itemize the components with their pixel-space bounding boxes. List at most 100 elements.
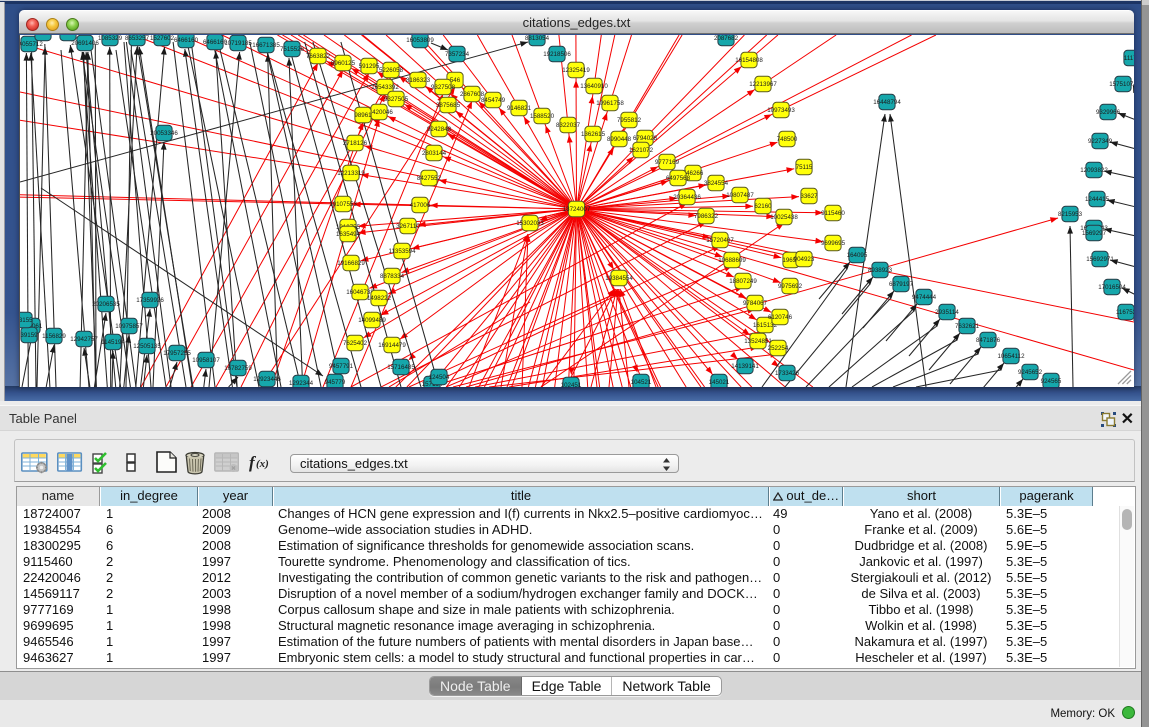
svg-text:1085329: 1085329 bbox=[98, 35, 123, 42]
svg-text:116753: 116753 bbox=[1116, 309, 1134, 316]
svg-text:8322037: 8322037 bbox=[556, 122, 581, 129]
svg-text:13640910: 13640910 bbox=[580, 83, 608, 90]
svg-text:9329966: 9329966 bbox=[1096, 109, 1121, 116]
svg-text:1733426: 1733426 bbox=[775, 370, 800, 377]
svg-text:20364436: 20364436 bbox=[673, 194, 701, 201]
svg-text:15302033: 15302033 bbox=[516, 220, 544, 227]
svg-text:2087682: 2087682 bbox=[714, 35, 739, 42]
svg-text:8471876: 8471876 bbox=[976, 337, 1001, 344]
svg-text:8215953: 8215953 bbox=[1058, 211, 1083, 218]
svg-text:8938923: 8938923 bbox=[868, 267, 893, 274]
svg-text:19218506: 19218506 bbox=[543, 51, 571, 58]
svg-text:16782759: 16782759 bbox=[224, 365, 252, 372]
svg-text:7955812: 7955812 bbox=[617, 117, 642, 124]
svg-text:6120746: 6120746 bbox=[768, 314, 793, 321]
svg-text:7632621: 7632621 bbox=[955, 323, 980, 330]
svg-text:(x): (x) bbox=[256, 458, 269, 470]
svg-text:10719185: 10719185 bbox=[224, 40, 252, 47]
svg-text:1362615: 1362615 bbox=[581, 131, 606, 138]
svg-text:924565: 924565 bbox=[1041, 378, 1062, 385]
svg-text:8960125: 8960125 bbox=[331, 60, 356, 67]
svg-text:8186323: 8186323 bbox=[406, 77, 431, 84]
svg-text:16914479: 16914479 bbox=[378, 342, 406, 349]
svg-text:10958107: 10958107 bbox=[192, 357, 220, 364]
svg-text:12505135: 12505135 bbox=[133, 343, 161, 350]
svg-text:20206535: 20206535 bbox=[92, 301, 120, 308]
svg-text:98961: 98961 bbox=[354, 112, 372, 119]
svg-text:10654112: 10654112 bbox=[997, 353, 1025, 360]
svg-text:14055712: 14055712 bbox=[20, 41, 43, 48]
svg-text:164095: 164095 bbox=[847, 252, 868, 259]
svg-text:1156829: 1156829 bbox=[42, 333, 66, 340]
svg-text:19384554: 19384554 bbox=[605, 275, 633, 282]
svg-text:16543392: 16543392 bbox=[371, 84, 399, 91]
svg-text:12942757: 12942757 bbox=[70, 336, 98, 343]
svg-text:2803144: 2803144 bbox=[422, 150, 447, 157]
svg-text:12325419: 12325419 bbox=[562, 67, 590, 74]
svg-text:2935114: 2935114 bbox=[935, 309, 959, 316]
svg-text:6466160: 6466160 bbox=[174, 37, 199, 44]
svg-text:1588520: 1588520 bbox=[530, 113, 555, 120]
svg-text:39159: 39159 bbox=[20, 332, 38, 339]
svg-text:9457791: 9457791 bbox=[329, 363, 354, 370]
svg-text:8990448: 8990448 bbox=[607, 136, 632, 143]
svg-text:124504: 124504 bbox=[429, 374, 450, 381]
svg-text:7515526: 7515526 bbox=[280, 46, 305, 53]
svg-text:9699695: 9699695 bbox=[821, 240, 846, 247]
svg-text:1498222: 1498222 bbox=[367, 295, 392, 302]
svg-text:20053346: 20053346 bbox=[150, 130, 178, 137]
svg-text:13524851: 13524851 bbox=[744, 338, 772, 345]
svg-text:16671385: 16671385 bbox=[252, 42, 280, 49]
svg-text:19166829: 19166829 bbox=[337, 260, 365, 267]
svg-text:10107553: 10107553 bbox=[329, 201, 357, 208]
svg-text:8454749: 8454749 bbox=[481, 97, 506, 104]
svg-text:7986322: 7986322 bbox=[694, 213, 719, 220]
svg-text:2069140: 2069140 bbox=[56, 35, 81, 37]
svg-text:17957255: 17957255 bbox=[163, 350, 191, 357]
svg-text:10025438: 10025438 bbox=[770, 214, 798, 221]
svg-text:9327505: 9327505 bbox=[384, 96, 409, 103]
svg-text:10688609: 10688609 bbox=[718, 257, 746, 264]
svg-text:10807487: 10807487 bbox=[726, 192, 754, 199]
svg-text:1635494: 1635494 bbox=[336, 231, 361, 238]
svg-text:1621072: 1621072 bbox=[629, 147, 654, 154]
svg-text:15716485: 15716485 bbox=[387, 364, 415, 371]
svg-text:102451: 102451 bbox=[561, 382, 582, 387]
svg-text:15751074: 15751074 bbox=[1109, 81, 1134, 88]
svg-text:10961758: 10961758 bbox=[596, 100, 624, 107]
svg-text:145021: 145021 bbox=[709, 379, 730, 386]
svg-text:1569297: 1569297 bbox=[1082, 230, 1107, 237]
svg-text:7625402: 7625402 bbox=[343, 340, 368, 347]
svg-text:9474444: 9474444 bbox=[912, 294, 937, 301]
svg-text:12093822: 12093822 bbox=[1080, 167, 1108, 174]
svg-text:904923: 904923 bbox=[794, 256, 815, 263]
svg-text:9227349: 9227349 bbox=[1088, 138, 1113, 145]
svg-text:16448794: 16448794 bbox=[873, 99, 901, 106]
svg-text:10975857: 10975857 bbox=[115, 323, 143, 330]
svg-text:104521: 104521 bbox=[631, 379, 652, 386]
svg-text:1292344: 1292344 bbox=[289, 380, 314, 387]
svg-text:33627: 33627 bbox=[800, 193, 818, 200]
svg-text:9327508: 9327508 bbox=[431, 84, 456, 91]
svg-text:14099489: 14099489 bbox=[358, 317, 386, 324]
svg-text:18807249: 18807249 bbox=[729, 278, 757, 285]
svg-text:2718126: 2718126 bbox=[343, 140, 368, 147]
svg-text:75115: 75115 bbox=[796, 164, 813, 171]
svg-text:12923446: 12923446 bbox=[253, 376, 281, 383]
svg-text:7357234: 7357234 bbox=[445, 51, 470, 58]
svg-text:905571: 905571 bbox=[33, 35, 54, 37]
svg-text:8653257: 8653257 bbox=[125, 35, 150, 42]
svg-text:6879197: 6879197 bbox=[889, 281, 914, 288]
svg-text:11353594: 11353594 bbox=[388, 248, 416, 255]
svg-text:11170: 11170 bbox=[1124, 55, 1134, 62]
svg-text:9784067: 9784067 bbox=[743, 300, 768, 307]
svg-text:6794028: 6794028 bbox=[633, 135, 658, 142]
svg-text:591295: 591295 bbox=[359, 63, 380, 70]
svg-text:3824554: 3824554 bbox=[704, 180, 729, 187]
svg-text:8427552: 8427552 bbox=[417, 175, 442, 182]
svg-text:7663822: 7663822 bbox=[306, 53, 331, 60]
svg-text:20691406: 20691406 bbox=[71, 40, 99, 47]
svg-text:9245652: 9245652 bbox=[1018, 369, 1043, 376]
svg-text:14139141: 14139141 bbox=[731, 363, 759, 370]
svg-text:16154808: 16154808 bbox=[735, 57, 763, 64]
